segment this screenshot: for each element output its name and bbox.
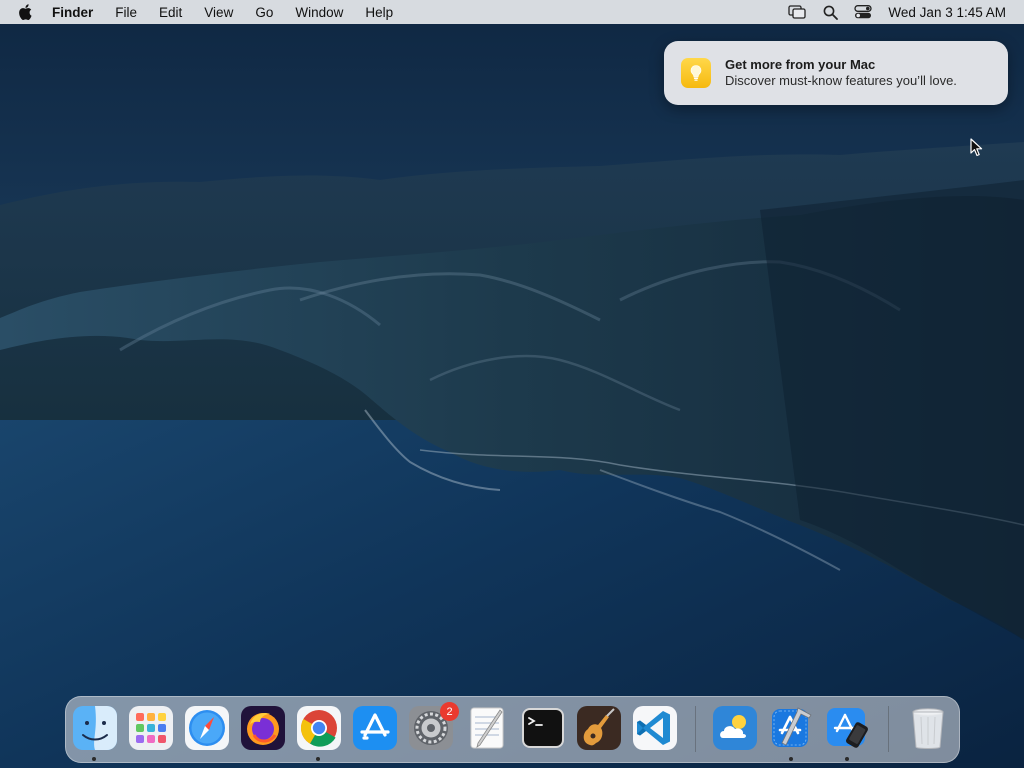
apple-menu-icon[interactable]	[18, 4, 34, 20]
dock-vscode-icon[interactable]	[632, 705, 678, 751]
menu-go[interactable]: Go	[255, 5, 273, 20]
notification-badge: 2	[440, 702, 459, 721]
spotlight-search-icon[interactable]	[821, 3, 839, 21]
mouse-pointer-icon	[970, 138, 983, 157]
dock-xcode-icon[interactable]	[768, 705, 814, 751]
dock-garageband-icon[interactable]	[576, 705, 622, 751]
dock-safari-icon[interactable]	[184, 705, 230, 751]
dock-textedit-icon[interactable]	[464, 705, 510, 751]
dock-separator	[695, 706, 696, 752]
dock-weather-icon[interactable]	[712, 705, 758, 751]
menu-bar: Finder File Edit View Go Window Help Wed…	[0, 0, 1024, 24]
menu-file[interactable]: File	[115, 5, 137, 20]
screen-mirroring-icon[interactable]	[788, 3, 807, 21]
menu-edit[interactable]: Edit	[159, 5, 182, 20]
notification-banner[interactable]: Get more from your Mac Discover must-kno…	[664, 41, 1008, 105]
notification-text: Get more from your Mac Discover must-kno…	[725, 57, 957, 89]
lightbulb-icon	[681, 58, 711, 88]
dock-firefox-icon[interactable]	[240, 705, 286, 751]
menu-window[interactable]: Window	[295, 5, 343, 20]
dock-running-indicator	[845, 757, 849, 761]
dock-running-indicator	[789, 757, 793, 761]
menu-app-finder[interactable]: Finder	[52, 5, 93, 20]
dock-chrome-icon[interactable]	[296, 705, 342, 751]
dock-separator	[888, 706, 889, 752]
menu-bar-clock[interactable]: Wed Jan 3 1:45 AM	[888, 5, 1006, 20]
dock-running-indicator	[316, 757, 320, 761]
dock-finder-icon[interactable]	[72, 705, 118, 751]
dock-simulator-icon[interactable]	[824, 705, 870, 751]
dock-running-indicator	[92, 757, 96, 761]
dock-app-store-icon[interactable]	[352, 705, 398, 751]
control-center-icon[interactable]	[854, 3, 873, 21]
menu-view[interactable]: View	[204, 5, 233, 20]
notification-title: Get more from your Mac	[725, 57, 876, 72]
menu-help[interactable]: Help	[365, 5, 393, 20]
notification-body: Discover must-know features you’ll love.	[725, 73, 957, 88]
menu-bar-status-area: Wed Jan 3 1:45 AM	[773, 0, 1006, 24]
dock-trash-icon[interactable]	[905, 705, 951, 751]
dock-launchpad-icon[interactable]	[128, 705, 174, 751]
desktop-wallpaper	[0, 0, 1024, 768]
dock-terminal-icon[interactable]	[520, 705, 566, 751]
